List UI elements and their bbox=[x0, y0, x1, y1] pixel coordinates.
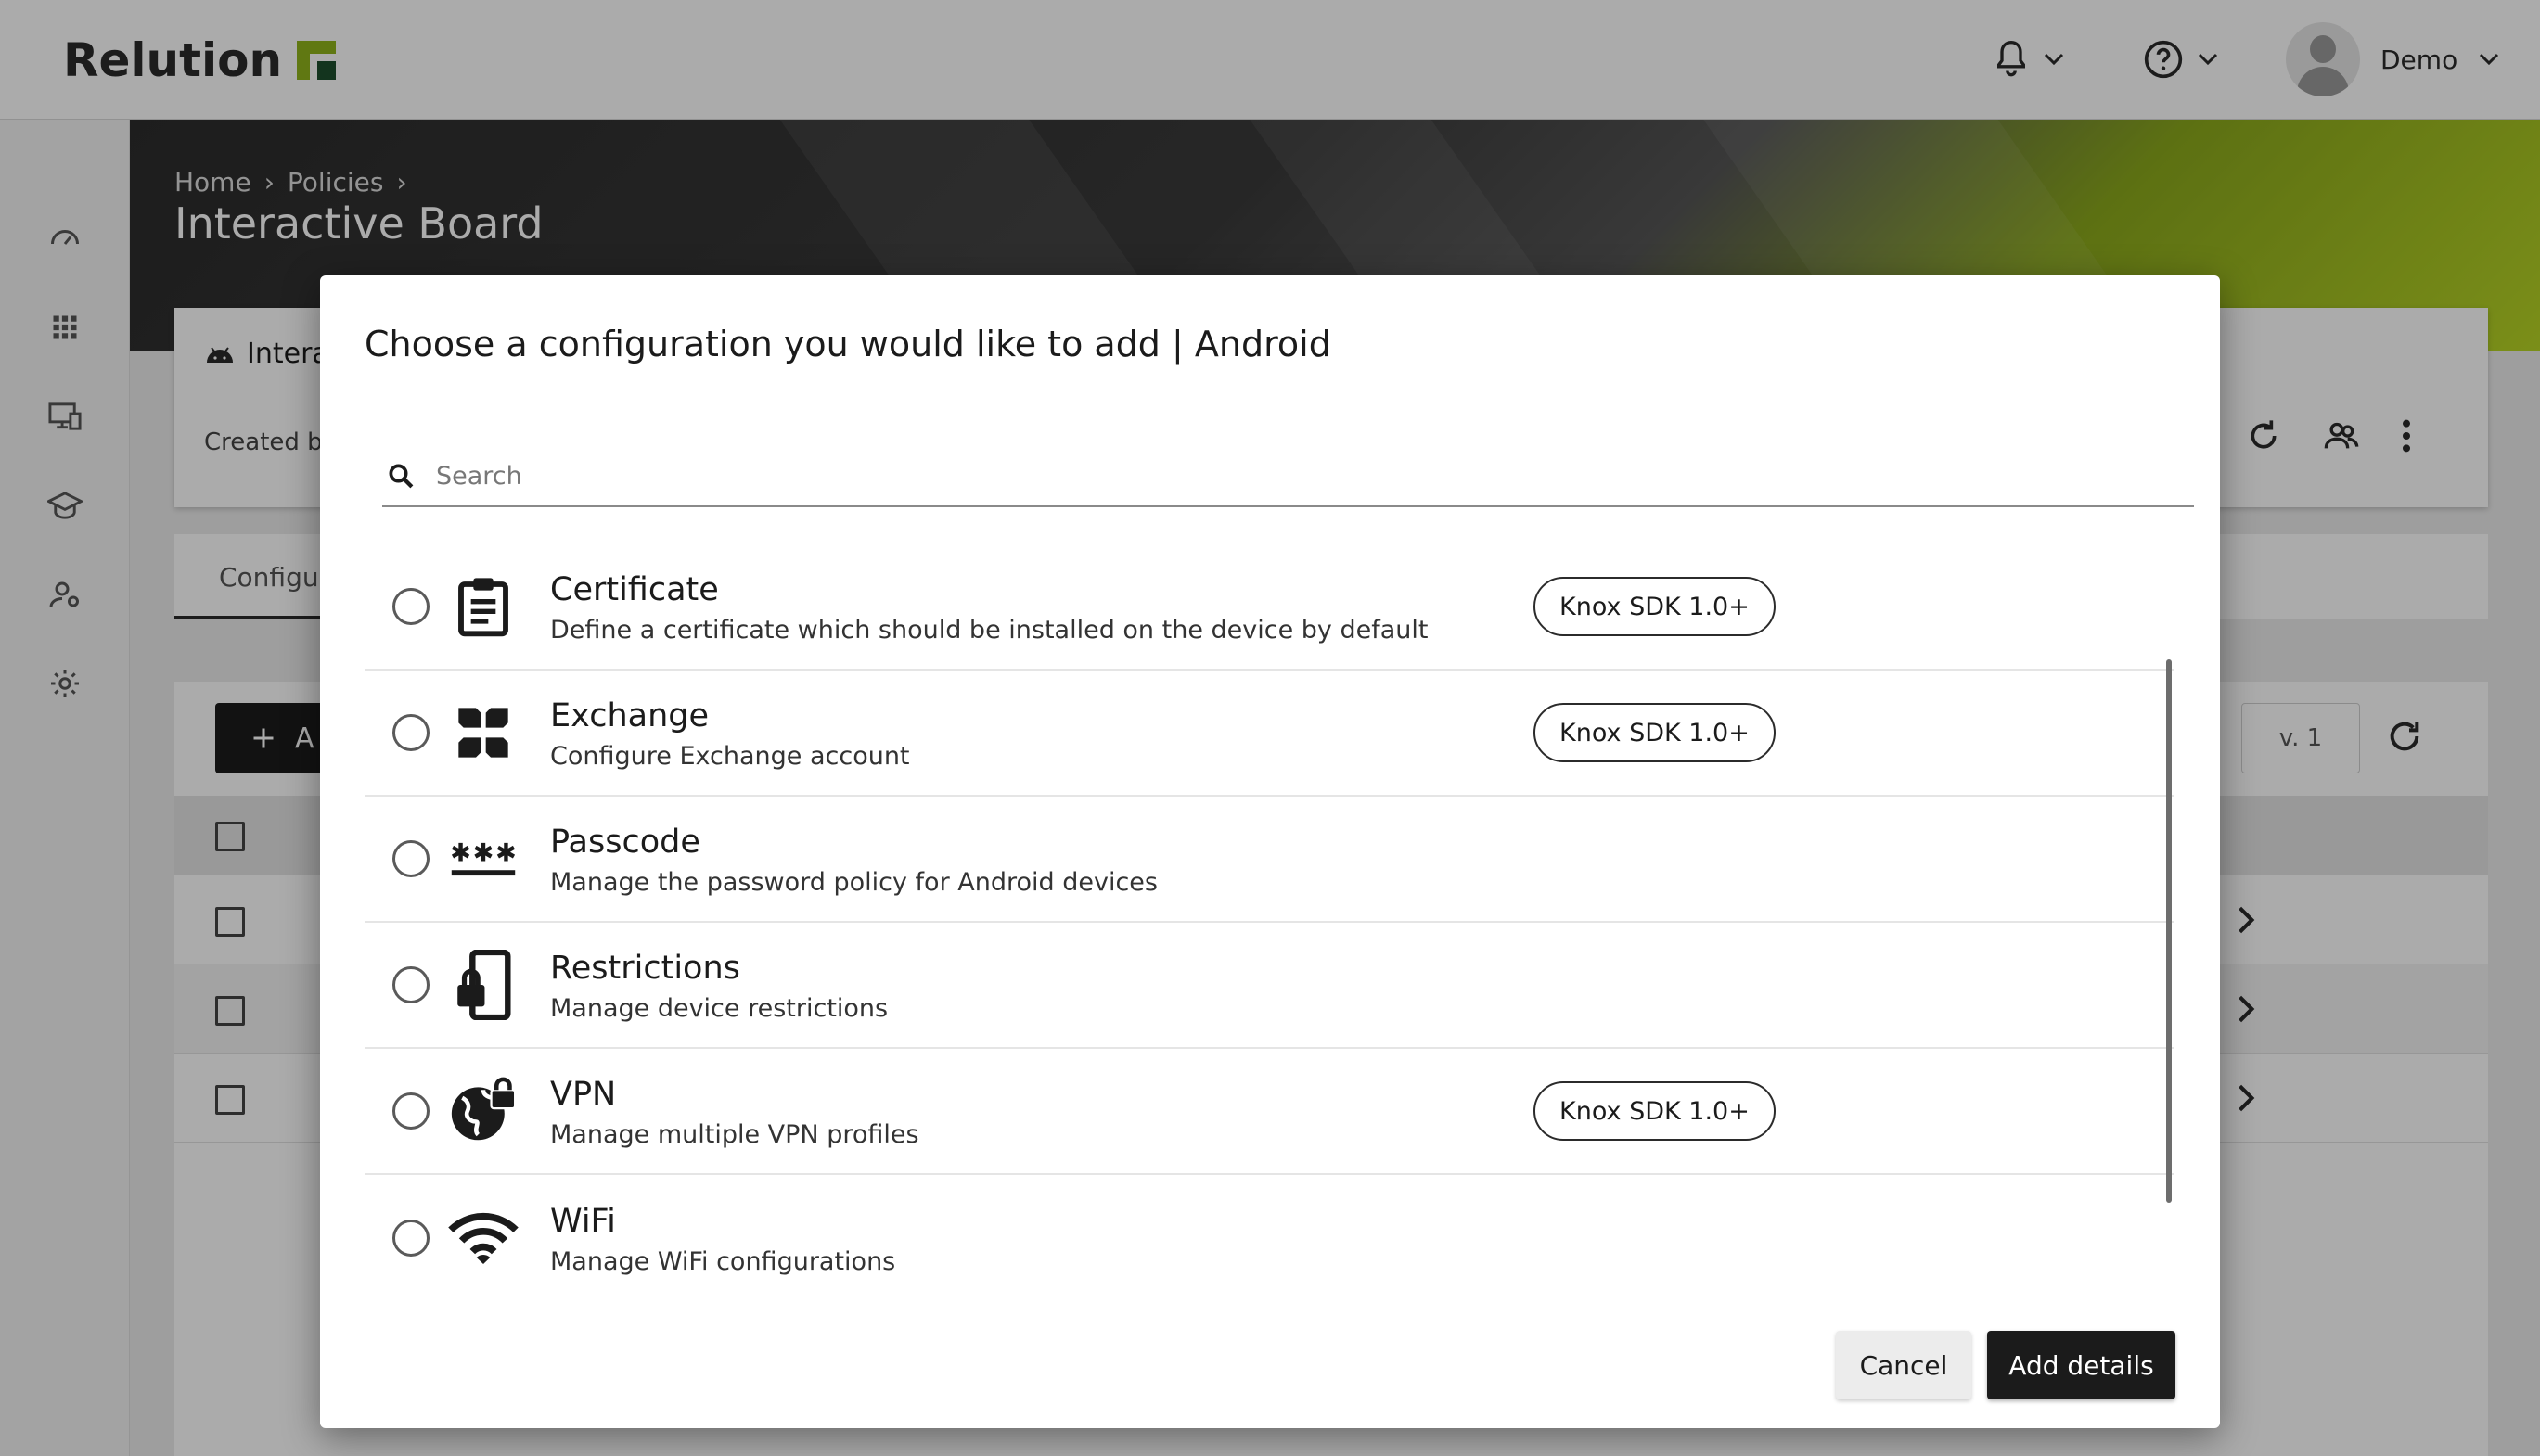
config-item-title: WiFi bbox=[550, 1202, 616, 1240]
config-item-title: VPN bbox=[550, 1075, 617, 1113]
config-item-desc: Manage the password policy for Android d… bbox=[550, 867, 1158, 897]
config-item-text: Passcode Manage the password policy for … bbox=[550, 822, 1158, 897]
config-item-title: Passcode bbox=[550, 823, 700, 861]
search-field bbox=[382, 446, 2194, 507]
wifi-icon bbox=[448, 1203, 519, 1273]
config-item-desc: Define a certificate which should be ins… bbox=[550, 615, 1429, 645]
dialog-title: Choose a configuration you would like to… bbox=[365, 324, 1331, 364]
radio-passcode[interactable] bbox=[392, 840, 430, 877]
knox-badge: Knox SDK 1.0+ bbox=[1533, 577, 1776, 636]
list-scrollbar[interactable] bbox=[2166, 659, 2172, 1203]
config-item-title: Exchange bbox=[550, 696, 710, 734]
radio-vpn[interactable] bbox=[392, 1092, 430, 1130]
cancel-button[interactable]: Cancel bbox=[1836, 1331, 1971, 1399]
radio-wifi[interactable] bbox=[392, 1220, 430, 1257]
config-item-desc: Manage device restrictions bbox=[550, 993, 889, 1023]
config-item-text: Certificate Define a certificate which s… bbox=[550, 569, 1429, 645]
device-lock-icon bbox=[448, 950, 519, 1020]
config-item-text: VPN Manage multiple VPN profiles bbox=[550, 1074, 919, 1149]
config-item-exchange[interactable]: Exchange Configure Exchange account Knox… bbox=[365, 671, 2174, 797]
config-item-certificate[interactable]: Certificate Define a certificate which s… bbox=[365, 544, 2174, 671]
clipboard-icon bbox=[448, 571, 519, 642]
passcode-icon bbox=[448, 824, 519, 894]
config-item-text: Exchange Configure Exchange account bbox=[550, 696, 910, 771]
globe-lock-icon bbox=[448, 1076, 519, 1146]
configuration-list: Certificate Define a certificate which s… bbox=[365, 544, 2174, 1296]
radio-exchange[interactable] bbox=[392, 714, 430, 751]
config-item-wifi[interactable]: WiFi Manage WiFi configurations bbox=[365, 1175, 2174, 1296]
search-icon bbox=[382, 457, 419, 494]
config-item-title: Certificate bbox=[550, 570, 719, 608]
exchange-icon bbox=[448, 697, 519, 768]
config-item-passcode[interactable]: Passcode Manage the password policy for … bbox=[365, 797, 2174, 923]
add-details-button[interactable]: Add details bbox=[1987, 1331, 2175, 1399]
config-item-title: Restrictions bbox=[550, 949, 740, 987]
config-item-vpn[interactable]: VPN Manage multiple VPN profiles Knox SD… bbox=[365, 1049, 2174, 1175]
radio-restrictions[interactable] bbox=[392, 966, 430, 1003]
config-item-text: Restrictions Manage device restrictions bbox=[550, 948, 888, 1023]
search-input[interactable] bbox=[436, 461, 2106, 491]
radio-certificate[interactable] bbox=[392, 588, 430, 625]
config-item-desc: Manage WiFi configurations bbox=[550, 1246, 896, 1276]
add-configuration-dialog: Choose a configuration you would like to… bbox=[320, 275, 2220, 1428]
knox-badge: Knox SDK 1.0+ bbox=[1533, 703, 1776, 762]
config-item-text: WiFi Manage WiFi configurations bbox=[550, 1201, 895, 1276]
config-item-restrictions[interactable]: Restrictions Manage device restrictions bbox=[365, 923, 2174, 1049]
knox-badge: Knox SDK 1.0+ bbox=[1533, 1081, 1776, 1141]
config-item-desc: Manage multiple VPN profiles bbox=[550, 1119, 919, 1149]
config-item-desc: Configure Exchange account bbox=[550, 741, 910, 771]
